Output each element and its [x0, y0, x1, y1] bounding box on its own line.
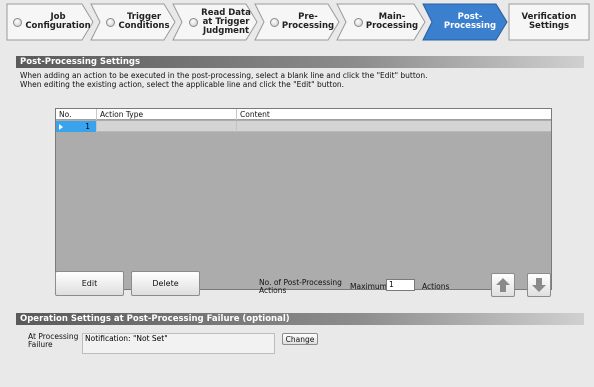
table-header: No. Action Type Content [56, 109, 551, 120]
edit-button[interactable]: Edit [55, 271, 124, 296]
tab-label: Read Data at Trigger Judgment [201, 7, 251, 36]
tab-trigger-conditions[interactable]: Trigger Conditions [90, 3, 176, 41]
tab-label: Main- Processing [365, 12, 419, 31]
radio-icon [189, 17, 199, 27]
row-marker-icon [59, 124, 63, 130]
arrow-up-icon [496, 278, 510, 292]
tab-label: Verification Settings [521, 12, 577, 31]
failure-notification-display: Notification: "Not Set" [82, 333, 275, 354]
column-header-no: No. [56, 109, 97, 120]
radio-icon [353, 17, 363, 27]
maximum-actions-input[interactable]: 1 [386, 279, 415, 291]
tab-label: Post- Processing [443, 12, 497, 31]
actions-table[interactable]: No. Action Type Content 1 [55, 108, 552, 290]
failure-settings-header: Operation Settings at Post-Processing Fa… [16, 313, 584, 325]
change-button[interactable]: Change [282, 333, 318, 345]
row-no-cell[interactable]: 1 [56, 121, 97, 132]
tab-main-processing[interactable]: Main- Processing [336, 3, 426, 41]
arrow-down-icon [532, 278, 546, 292]
tab-label: Pre- Processing [281, 12, 335, 31]
row-content-cell[interactable] [237, 121, 551, 132]
at-processing-failure-label: At Processing Failure [28, 332, 79, 349]
radio-icon [269, 17, 279, 27]
row-no-value: 1 [85, 122, 90, 131]
instruction-line-2: When editing the existing action, select… [20, 80, 345, 89]
delete-button[interactable]: Delete [131, 271, 200, 296]
actions-unit-label: Actions [422, 282, 450, 291]
tab-pre-processing[interactable]: Pre- Processing [254, 3, 340, 41]
step-tab-bar: Job Configuration Trigger Conditions Rea… [0, 0, 594, 46]
maximum-label: Maximum [350, 282, 387, 291]
row-action-type-cell[interactable] [97, 121, 237, 132]
tab-post-processing[interactable]: Post- Processing [422, 3, 508, 41]
tab-job-configuration[interactable]: Job Configuration [6, 3, 94, 41]
tab-read-data-at-trigger-judgment[interactable]: Read Data at Trigger Judgment [172, 3, 258, 41]
column-header-action-type: Action Type [97, 109, 237, 120]
move-down-button[interactable] [527, 273, 551, 297]
radio-icon [106, 17, 116, 27]
tab-label: Job Configuration [25, 12, 91, 31]
tab-verification-settings[interactable]: Verification Settings [508, 3, 590, 41]
action-count-label: No. of Post-Processing Actions [259, 278, 342, 295]
table-row[interactable]: 1 [56, 121, 551, 132]
column-header-content: Content [240, 110, 270, 119]
move-up-button[interactable] [491, 273, 515, 297]
tab-label: Trigger Conditions [118, 12, 170, 31]
radio-icon [13, 17, 23, 27]
post-processing-settings-header: Post-Processing Settings [16, 56, 584, 68]
